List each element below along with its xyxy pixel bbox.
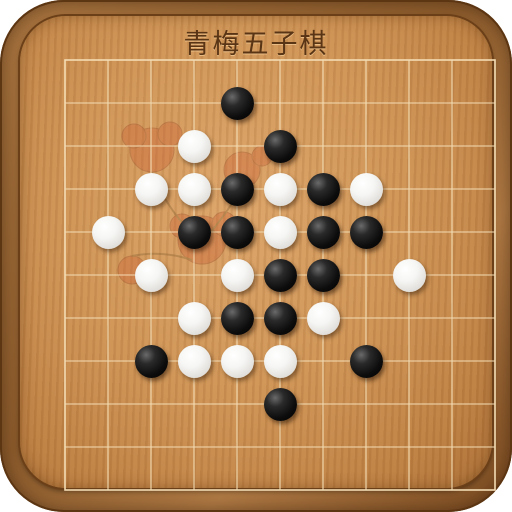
black-stone <box>349 215 383 249</box>
black-stone <box>220 301 254 335</box>
white-stone <box>134 172 168 206</box>
white-stone <box>177 172 211 206</box>
white-stone <box>349 172 383 206</box>
stones-layer <box>0 0 512 512</box>
white-stone <box>220 344 254 378</box>
black-stone <box>263 387 297 421</box>
black-stone <box>263 129 297 163</box>
white-stone <box>134 258 168 292</box>
black-stone <box>349 344 383 378</box>
black-stone <box>306 215 340 249</box>
black-stone <box>220 215 254 249</box>
white-stone <box>263 172 297 206</box>
black-stone <box>306 172 340 206</box>
white-stone <box>91 215 125 249</box>
white-stone <box>220 258 254 292</box>
white-stone <box>177 301 211 335</box>
white-stone <box>177 344 211 378</box>
app-icon: 青梅五子棋 <box>0 0 512 512</box>
white-stone <box>306 301 340 335</box>
white-stone <box>177 129 211 163</box>
black-stone <box>177 215 211 249</box>
black-stone <box>220 86 254 120</box>
black-stone <box>306 258 340 292</box>
black-stone <box>263 301 297 335</box>
white-stone <box>392 258 426 292</box>
black-stone <box>263 258 297 292</box>
black-stone <box>220 172 254 206</box>
white-stone <box>263 215 297 249</box>
white-stone <box>263 344 297 378</box>
black-stone <box>134 344 168 378</box>
